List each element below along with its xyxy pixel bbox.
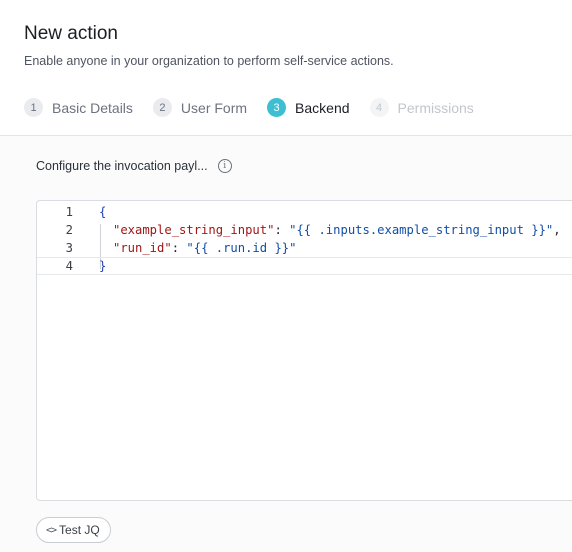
open-brace: {	[99, 205, 107, 219]
payload-code-editor[interactable]: 1 { 2 "example_string_input": "{{ .input…	[36, 200, 572, 501]
test-jq-button[interactable]: <> Test JQ	[36, 517, 111, 543]
stepper: 1 Basic Details 2 User Form 3 Backend 4 …	[24, 98, 494, 117]
close-brace: }	[99, 259, 107, 273]
step-permissions: 4 Permissions	[369, 98, 474, 117]
code-icon: <>	[46, 524, 57, 536]
modal-header: New action Enable anyone in your organiz…	[24, 20, 572, 68]
code-text: {	[99, 203, 106, 221]
json-comma: ,	[553, 223, 561, 237]
json-separator: :	[274, 223, 290, 237]
line-number: 4	[65, 259, 73, 273]
code-text: "example_string_input": "{{ .inputs.exam…	[113, 221, 561, 239]
payload-config-text: Configure the invocation payl...	[36, 159, 208, 173]
code-text: "run_id": "{{ .run.id }}"	[113, 239, 296, 257]
step-number: 1	[24, 98, 43, 117]
json-value: "{{ .inputs.example_string_input }}"	[289, 223, 554, 237]
editor-line: 1 {	[37, 203, 572, 221]
line-number: 2	[65, 223, 73, 237]
json-separator: :	[171, 241, 187, 255]
line-number: 3	[65, 241, 73, 255]
json-key: "example_string_input"	[113, 223, 275, 237]
step-label: Permissions	[397, 99, 474, 116]
code-text: }	[99, 258, 106, 274]
step-label: Basic Details	[52, 99, 133, 116]
test-jq-label: Test JQ	[59, 523, 100, 537]
step-number: 4	[369, 98, 389, 117]
editor-line: 2 "example_string_input": "{{ .inputs.ex…	[37, 221, 572, 239]
step-user-form[interactable]: 2 User Form	[152, 98, 248, 117]
step-label: Backend	[295, 99, 350, 116]
page-subtitle: Enable anyone in your organization to pe…	[24, 54, 394, 68]
step-basic-details[interactable]: 1 Basic Details	[24, 98, 133, 117]
info-icon[interactable]: i	[217, 159, 232, 173]
json-key: "run_id"	[113, 241, 172, 255]
payload-config-label: Configure the invocation payl... i	[36, 159, 232, 173]
line-number: 1	[65, 205, 73, 219]
step-number: 2	[152, 98, 172, 117]
step-number: 3	[267, 98, 287, 117]
json-value: "{{ .run.id }}"	[186, 241, 297, 255]
editor-line-current: 4 }	[37, 257, 572, 275]
step-backend[interactable]: 3 Backend	[267, 98, 350, 117]
step-label: User Form	[180, 99, 248, 116]
page-title: New action	[24, 23, 118, 44]
editor-line: 3 "run_id": "{{ .run.id }}"	[37, 239, 572, 257]
